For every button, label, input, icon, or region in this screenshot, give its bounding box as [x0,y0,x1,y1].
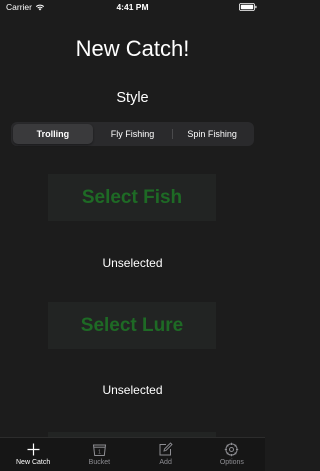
gear-icon [225,442,239,457]
tab-label: Add [159,459,172,466]
status-bar: Carrier 4:41 PM [0,0,265,16]
tab-label: New Catch [16,459,51,466]
bucket-icon: 1 [92,444,106,456]
style-segmented-control: Trolling Fly Fishing Spin Fishing [11,122,254,146]
plus-icon [27,443,40,456]
status-time: 4:41 PM [116,2,149,12]
tab-new-catch[interactable]: New Catch [0,438,66,471]
tab-options[interactable]: Options [199,438,265,471]
compose-icon [159,442,173,456]
tab-label: Options [219,459,244,466]
tab-bucket[interactable]: 1 Bucket [66,438,132,471]
battery-icon [239,3,257,11]
tab-label: Bucket [88,459,111,466]
select-lure-button[interactable]: Select Lure [48,302,216,349]
segment-fly-fishing[interactable]: Fly Fishing [93,124,173,144]
page-title: New Catch! [75,36,190,61]
svg-text:1: 1 [98,450,101,456]
fish-selection-value: Unselected [102,256,163,270]
segment-spin-fishing[interactable]: Spin Fishing [172,124,252,144]
tab-bar: New Catch 1 Bucket Add Options [0,437,265,471]
segment-trolling[interactable]: Trolling [13,124,93,144]
lure-selection-value: Unselected [102,383,163,397]
style-label: Style [116,90,149,106]
tab-add[interactable]: Add [133,438,199,471]
select-fish-button[interactable]: Select Fish [48,174,216,221]
